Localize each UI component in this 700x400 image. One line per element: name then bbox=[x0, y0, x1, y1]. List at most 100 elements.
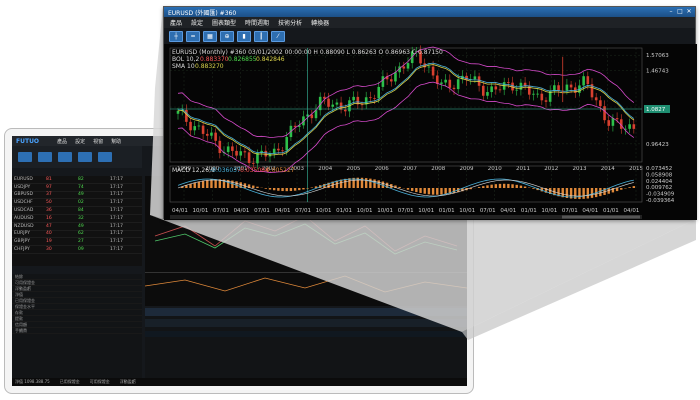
macd-bar bbox=[398, 186, 401, 188]
macd-bar bbox=[519, 185, 523, 188]
sma-value: 0.883270 bbox=[195, 63, 224, 70]
macd-bar bbox=[419, 188, 422, 193]
candle-body bbox=[360, 104, 364, 106]
macd-bar bbox=[206, 179, 209, 188]
menu-converter[interactable]: 轉換器 bbox=[311, 18, 329, 27]
x-sub-tick-label: 04/01 bbox=[172, 208, 188, 214]
candle-body bbox=[327, 98, 330, 107]
candle-body bbox=[331, 104, 335, 107]
menu-chart-type[interactable]: 圖表類型 bbox=[212, 18, 236, 27]
macd-bar bbox=[201, 180, 205, 188]
macd-bar bbox=[582, 188, 585, 199]
macd-bar bbox=[289, 188, 293, 192]
menu-settings[interactable]: 設定 bbox=[191, 18, 203, 27]
candle-body bbox=[507, 82, 510, 83]
candle-icon[interactable]: ▮ bbox=[237, 30, 251, 42]
candle-body bbox=[532, 93, 535, 95]
macd-bar bbox=[490, 184, 493, 188]
close-icon[interactable]: ✕ bbox=[685, 8, 693, 15]
x-sub-tick-label: 04/01 bbox=[623, 208, 639, 214]
hline-icon[interactable]: ═ bbox=[186, 30, 200, 42]
candle-body bbox=[427, 66, 431, 68]
menu-timeframe[interactable]: 時間週期 bbox=[245, 18, 269, 27]
macd-bar bbox=[578, 188, 581, 199]
bar-icon[interactable]: ┃ bbox=[254, 30, 268, 42]
candle-body bbox=[189, 121, 192, 131]
candle-body bbox=[197, 125, 201, 127]
candle-body bbox=[557, 85, 560, 91]
macd-bar bbox=[440, 188, 443, 195]
macd-bar bbox=[599, 188, 602, 197]
candle-body bbox=[235, 150, 238, 156]
candle-body bbox=[251, 163, 255, 164]
crosshair-icon[interactable]: ┼ bbox=[169, 30, 183, 42]
candle-body bbox=[494, 86, 498, 90]
candle-body bbox=[247, 152, 251, 164]
grid-icon[interactable]: ▦ bbox=[203, 30, 217, 42]
candle-body bbox=[381, 76, 385, 87]
y-tick-label: 1.57063 bbox=[646, 53, 669, 59]
candle-body bbox=[218, 140, 222, 154]
macd-bar bbox=[523, 186, 527, 188]
line-icon[interactable]: ⁄ bbox=[271, 30, 285, 42]
macd-bar bbox=[477, 187, 481, 188]
current-price-label: 1.0827 bbox=[646, 107, 666, 113]
x-tick-label: 2011 bbox=[516, 166, 530, 172]
x-sub-tick-label: 07/01 bbox=[295, 208, 311, 214]
x-tick-label: 2010 bbox=[488, 166, 502, 172]
chart-canvas[interactable]: 1999 2000 2001 2002 2003 2004 2005 2006 2007 2008… bbox=[164, 44, 697, 220]
macd-bar bbox=[293, 188, 297, 191]
x-tick-label: 2006 bbox=[375, 166, 389, 172]
candle-body bbox=[373, 98, 376, 99]
candle-body bbox=[481, 85, 485, 96]
macd-bar bbox=[415, 188, 418, 193]
x-sub-tick-label: 01/01 bbox=[521, 208, 537, 214]
macd-bar bbox=[264, 188, 268, 189]
candle-body bbox=[193, 126, 197, 131]
bollinger-label: BOL 10,2 bbox=[172, 56, 200, 63]
macd-bar bbox=[406, 188, 410, 190]
macd-bar bbox=[628, 187, 631, 188]
candle-body bbox=[214, 132, 217, 141]
macd-bar bbox=[310, 187, 314, 188]
x-sub-tick-label: 01/01 bbox=[439, 208, 455, 214]
macd-label: MACD 12,26,9 bbox=[172, 167, 215, 174]
zoom-icon[interactable]: ⊕ bbox=[220, 30, 234, 42]
macd-bar bbox=[502, 183, 506, 188]
macd-bar bbox=[444, 188, 447, 195]
x-sub-tick-label: 01/01 bbox=[603, 208, 619, 214]
candle-body bbox=[389, 79, 393, 82]
macd-value: -0.035084 bbox=[238, 167, 269, 174]
candle-body bbox=[352, 96, 355, 101]
maximize-icon[interactable]: □ bbox=[676, 8, 684, 15]
macd-bar bbox=[277, 188, 280, 191]
candle-body bbox=[335, 102, 339, 105]
macd-value: 0.005227 bbox=[266, 167, 295, 174]
x-sub-tick-label: 04/01 bbox=[582, 208, 598, 214]
candle-body bbox=[553, 85, 556, 91]
y-tick-label: 0.96423 bbox=[646, 142, 669, 148]
candle-body bbox=[444, 79, 447, 83]
candle-body bbox=[226, 146, 230, 153]
menu-technical[interactable]: 技術分析 bbox=[278, 18, 302, 27]
macd-bar bbox=[364, 178, 368, 188]
macd-bar bbox=[306, 188, 309, 189]
candle-body bbox=[231, 146, 234, 151]
candle-body bbox=[277, 148, 280, 151]
x-sub-tick-label: 04/01 bbox=[234, 208, 250, 214]
macd-bar bbox=[281, 188, 284, 192]
macd-bar bbox=[252, 185, 255, 188]
x-sub-tick-label: 07/01 bbox=[213, 208, 229, 214]
minimize-icon[interactable]: – bbox=[667, 8, 675, 15]
candle-body bbox=[536, 93, 539, 95]
macd-bar bbox=[615, 188, 619, 192]
x-sub-tick-label: 10/01 bbox=[377, 208, 393, 214]
macd-bar bbox=[285, 188, 288, 192]
macd-bar bbox=[268, 188, 272, 190]
x-tick-label: 2009 bbox=[460, 166, 474, 172]
menu-products[interactable]: 產品 bbox=[170, 18, 182, 27]
candle-body bbox=[611, 118, 615, 126]
candle-body bbox=[343, 109, 347, 112]
scrollbar-thumb[interactable] bbox=[562, 215, 640, 219]
chart-window-title: EURUSD (外國匯) #360 bbox=[168, 9, 237, 17]
